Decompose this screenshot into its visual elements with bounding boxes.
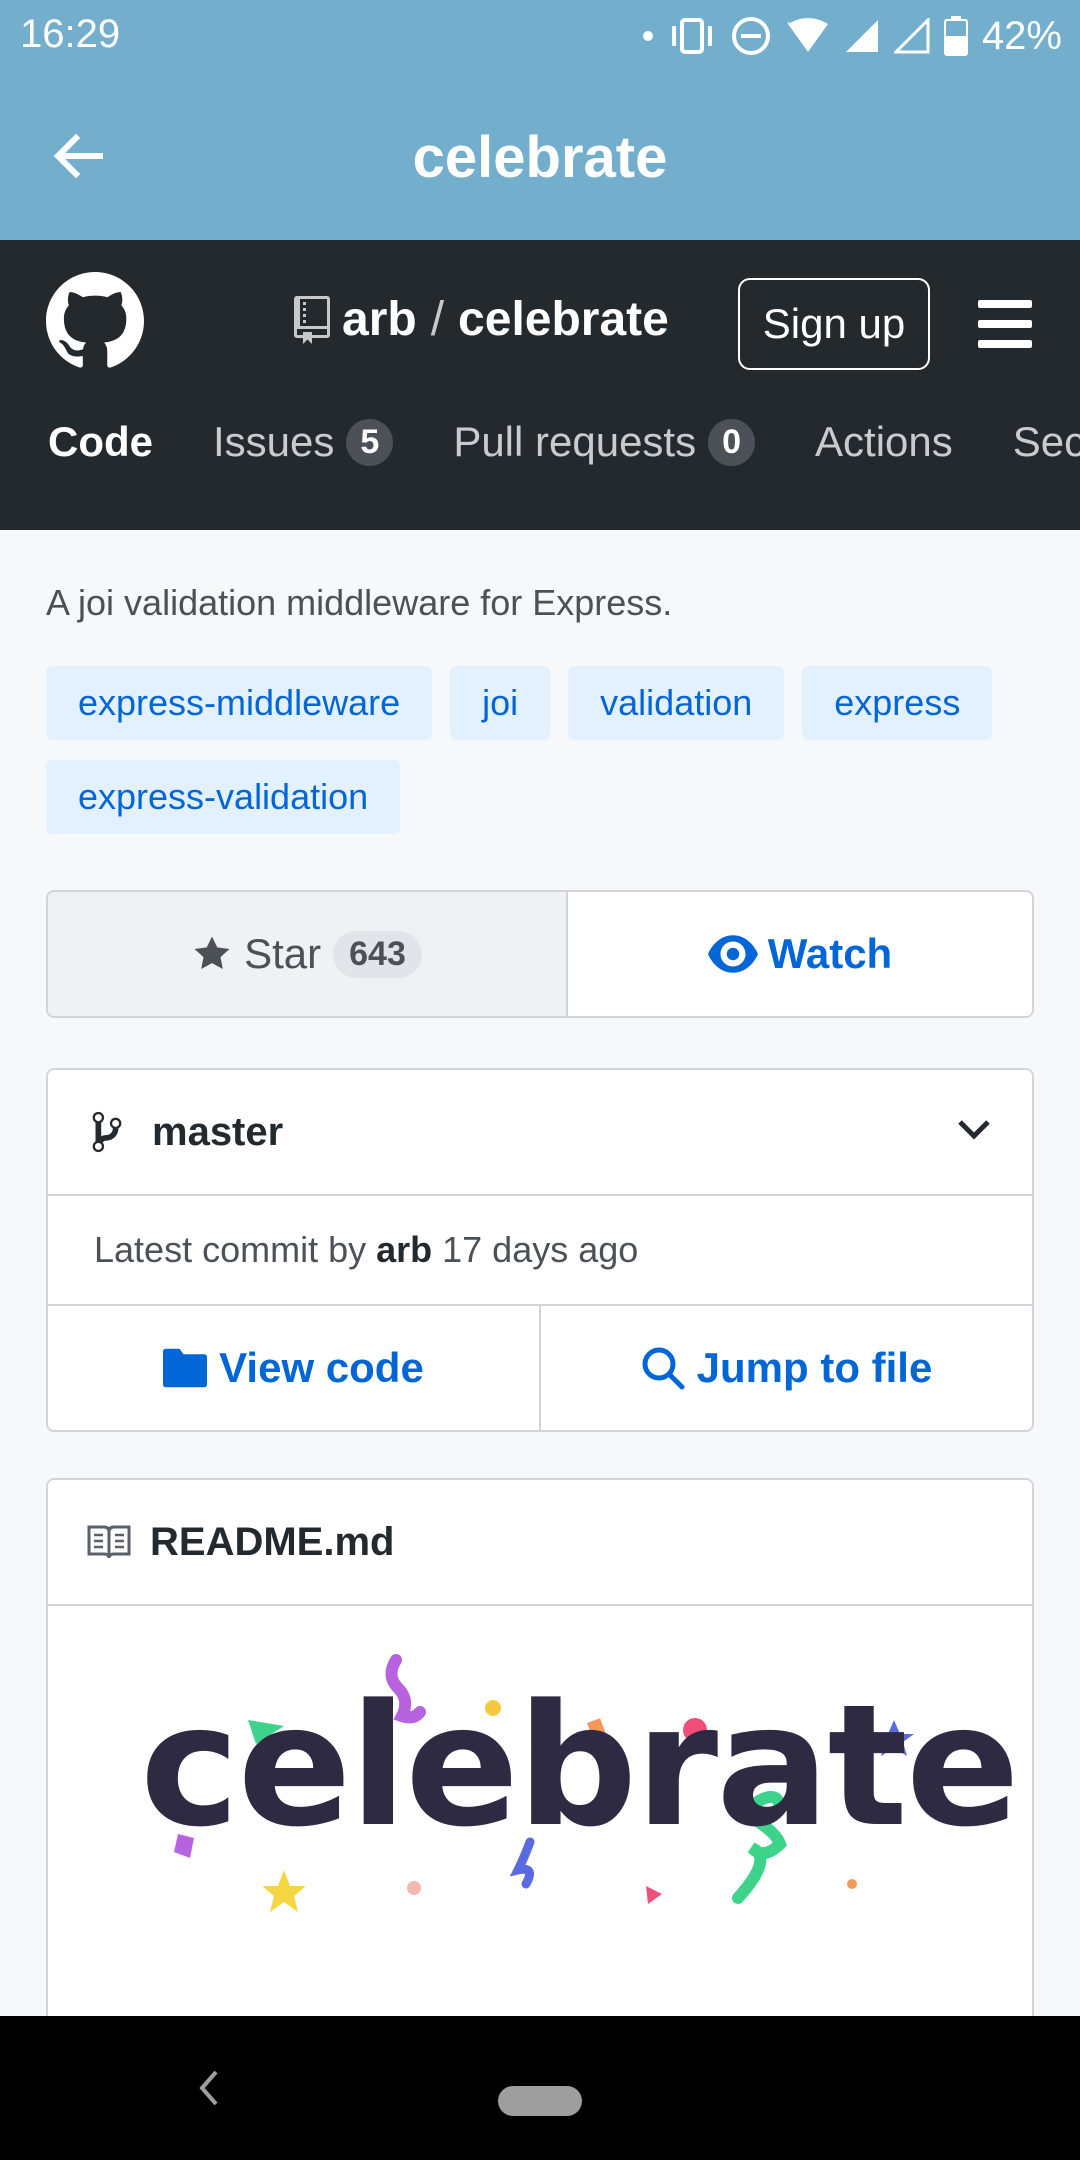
topic-tag[interactable]: joi [450,666,551,740]
watch-button[interactable]: Watch [568,892,1032,1016]
signal-icon [845,20,878,52]
commit-author[interactable]: arb [376,1229,432,1271]
vibrate-icon [671,18,712,54]
tab-issues[interactable]: Issues 5 [213,418,394,466]
branch-icon [92,1111,122,1153]
branch-selector[interactable]: master [48,1070,1032,1196]
watch-label: Watch [767,930,893,977]
topic-tag[interactable]: express-validation [46,760,401,834]
topic-tag[interactable]: validation [568,666,785,740]
status-icons: 42% [642,10,1062,62]
battery-icon [943,16,968,56]
issues-count-badge: 5 [346,418,394,466]
celebrate-logo-text: celebrate [140,1668,1020,1864]
branch-box: master Latest commit by arb 17 days ago … [46,1068,1034,1432]
code-actions: View code Jump to file [48,1306,1032,1430]
branch-name: master [152,1109,284,1154]
folder-icon [163,1348,208,1388]
jump-to-file-label: Jump to file [696,1344,933,1391]
celebrate-logo: celebrate [48,1608,1032,1948]
star-label: Star [244,930,322,977]
tab-code[interactable]: Code [48,418,153,466]
topic-tag[interactable]: express [802,666,993,740]
repo-icon [294,295,330,344]
book-icon [87,1525,131,1559]
app-bar: celebrate [0,72,1080,240]
repo-separator: / [430,293,445,346]
star-button[interactable]: Star 643 [48,892,568,1016]
status-bar: 16:29 42% [0,0,1080,72]
app-title: celebrate [412,125,668,190]
jump-to-file-button[interactable]: Jump to file [539,1306,1032,1430]
star-watch-group: Star 643 Watch [46,890,1034,1018]
repo-name-link[interactable]: celebrate [458,292,669,347]
search-icon [642,1347,685,1390]
star-icon [194,936,230,969]
repo-tabs: Code Issues 5 Pull requests 0 Actions Sec [48,418,1080,466]
battery-percent: 42% [981,13,1062,58]
notification-dot-icon [642,31,653,41]
github-logo-icon[interactable] [46,272,144,370]
chevron-down-icon [958,1120,990,1140]
pull-requests-count-badge: 0 [708,418,756,466]
tab-security[interactable]: Sec [1013,418,1080,466]
view-code-label: View code [219,1344,424,1391]
repo-title: arb / celebrate [292,292,669,347]
nav-back-icon[interactable] [196,2068,220,2108]
nav-home-pill[interactable] [498,2086,582,2116]
topic-list: express-middleware joi validation expres… [46,666,1046,834]
readme-filename: README.md [150,1519,395,1564]
hamburger-menu-icon[interactable] [978,300,1032,348]
latest-commit: Latest commit by arb 17 days ago [48,1196,1032,1306]
readme-header: README.md [48,1480,1032,1606]
wifi-icon [787,18,828,52]
signal-empty-icon [893,18,930,54]
repo-description: A joi validation middleware for Express. [46,582,673,623]
star-count: 643 [333,930,422,978]
repo-owner-link[interactable]: arb [342,292,417,347]
github-header: arb / celebrate Sign up Code Issues 5 Pul… [0,240,1080,530]
status-time: 16:29 [20,12,121,56]
tab-actions[interactable]: Actions [815,418,953,466]
topic-tag[interactable]: express-middleware [46,666,433,740]
system-nav-bar [0,2016,1080,2160]
eye-icon [707,935,758,973]
sign-up-button[interactable]: Sign up [738,278,930,370]
tab-pull-requests[interactable]: Pull requests 0 [453,418,756,466]
do-not-disturb-icon [731,17,770,55]
view-code-button[interactable]: View code [48,1306,539,1430]
